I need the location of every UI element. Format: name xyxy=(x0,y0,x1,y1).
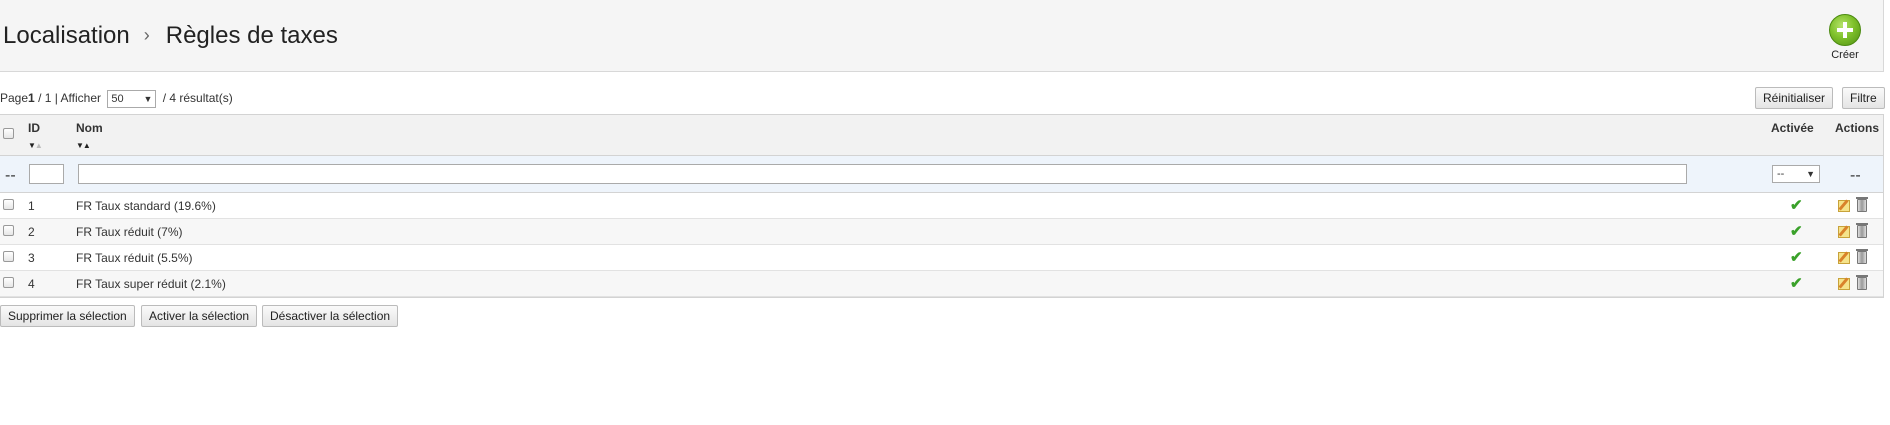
create-label: Créer xyxy=(1831,49,1859,61)
table-row[interactable]: 4 FR Taux super réduit (2.1%) ✔ xyxy=(0,271,1883,297)
filter-row: -- -- ▼ -- xyxy=(0,156,1883,193)
results-count: / 4 résultat(s) xyxy=(162,91,233,106)
reset-filter-button[interactable]: Réinitialiser xyxy=(1755,87,1834,109)
sort-arrows-name[interactable]: ▼▲ xyxy=(76,141,91,150)
page-title: Règles de taxes xyxy=(165,22,338,49)
per-page-value: 50 xyxy=(111,93,124,105)
page-prefix: Page xyxy=(0,91,29,106)
page-header: Localisation › Règles de taxes Créer xyxy=(0,0,1884,72)
breadcrumb: Localisation › Règles de taxes xyxy=(3,22,338,50)
breadcrumb-separator-icon: › xyxy=(143,25,150,45)
table-body: 1 FR Taux standard (19.6%) ✔ 2 FR Taux r… xyxy=(0,193,1883,297)
column-header-name: Nom xyxy=(76,121,103,135)
plus-circle-icon xyxy=(1829,14,1861,46)
row-checkbox[interactable] xyxy=(3,225,14,236)
row-id: 1 xyxy=(28,199,35,213)
row-id: 3 xyxy=(28,251,35,265)
edit-pencil-icon[interactable] xyxy=(1838,226,1850,238)
check-icon[interactable]: ✔ xyxy=(1790,248,1803,266)
check-icon[interactable]: ✔ xyxy=(1790,222,1803,240)
column-header-actions: Actions xyxy=(1835,121,1880,135)
trash-icon[interactable] xyxy=(1856,249,1868,264)
id-filter-input[interactable] xyxy=(29,164,64,184)
select-all-checkbox[interactable] xyxy=(3,128,14,139)
chevron-down-icon: ▼ xyxy=(143,94,153,104)
breadcrumb-parent[interactable]: Localisation xyxy=(3,22,130,49)
active-filter-value: -- xyxy=(1777,168,1785,180)
table-row[interactable]: 3 FR Taux réduit (5.5%) ✔ xyxy=(0,245,1883,271)
pagination: Page1 / 1 | Afficher 50 ▼ / 4 résultat(s) xyxy=(0,90,233,108)
trash-icon[interactable] xyxy=(1856,275,1868,290)
row-checkbox[interactable] xyxy=(3,277,14,288)
per-page-select[interactable]: 50 ▼ xyxy=(107,90,157,108)
create-button[interactable]: Créer xyxy=(1822,14,1868,61)
tax-rules-table: ID ▼▲ Nom ▼▲ Activée Actions -- -- ▼ -- 1… xyxy=(0,114,1884,298)
filter-button[interactable]: Filtre xyxy=(1842,87,1885,109)
row-id: 2 xyxy=(28,225,35,239)
page-total: / 1 xyxy=(38,91,52,106)
edit-pencil-icon[interactable] xyxy=(1838,252,1850,264)
page-current: 1 xyxy=(28,91,35,106)
delete-selection-button[interactable]: Supprimer la sélection xyxy=(0,305,135,327)
trash-icon[interactable] xyxy=(1856,197,1868,212)
edit-pencil-icon[interactable] xyxy=(1838,200,1850,212)
sort-desc-icon[interactable]: ▼ xyxy=(76,141,84,150)
row-checkbox[interactable] xyxy=(3,251,14,262)
edit-pencil-icon[interactable] xyxy=(1838,278,1850,290)
row-name[interactable]: FR Taux standard (19.6%) xyxy=(76,199,216,213)
row-name[interactable]: FR Taux réduit (7%) xyxy=(76,225,182,239)
row-id: 4 xyxy=(28,277,35,291)
row-name[interactable]: FR Taux super réduit (2.1%) xyxy=(76,277,226,291)
row-name[interactable]: FR Taux réduit (5.5%) xyxy=(76,251,193,265)
column-header-id: ID xyxy=(28,121,40,135)
trash-icon[interactable] xyxy=(1856,223,1868,238)
chevron-down-icon: ▼ xyxy=(1806,169,1815,179)
sort-asc-icon[interactable]: ▲ xyxy=(35,141,43,150)
sort-asc-icon[interactable]: ▲ xyxy=(83,141,91,150)
sort-arrows-id[interactable]: ▼▲ xyxy=(28,141,43,150)
table-header: ID ▼▲ Nom ▼▲ Activée Actions xyxy=(0,115,1883,156)
sort-desc-icon[interactable]: ▼ xyxy=(28,141,36,150)
filter-placeholder: -- xyxy=(5,167,16,184)
name-filter-input[interactable] xyxy=(78,164,1687,184)
disable-selection-button[interactable]: Désactiver la sélection xyxy=(262,305,399,327)
show-label: | Afficher xyxy=(54,91,102,106)
actions-filter-placeholder: -- xyxy=(1850,167,1861,184)
enable-selection-button[interactable]: Activer la sélection xyxy=(141,305,258,327)
row-checkbox[interactable] xyxy=(3,199,14,210)
check-icon[interactable]: ✔ xyxy=(1790,274,1803,292)
table-row[interactable]: 1 FR Taux standard (19.6%) ✔ xyxy=(0,193,1883,219)
check-icon[interactable]: ✔ xyxy=(1790,196,1803,214)
column-header-active: Activée xyxy=(1771,121,1814,135)
active-filter-select[interactable]: -- ▼ xyxy=(1772,165,1820,183)
table-row[interactable]: 2 FR Taux réduit (7%) ✔ xyxy=(0,219,1883,245)
